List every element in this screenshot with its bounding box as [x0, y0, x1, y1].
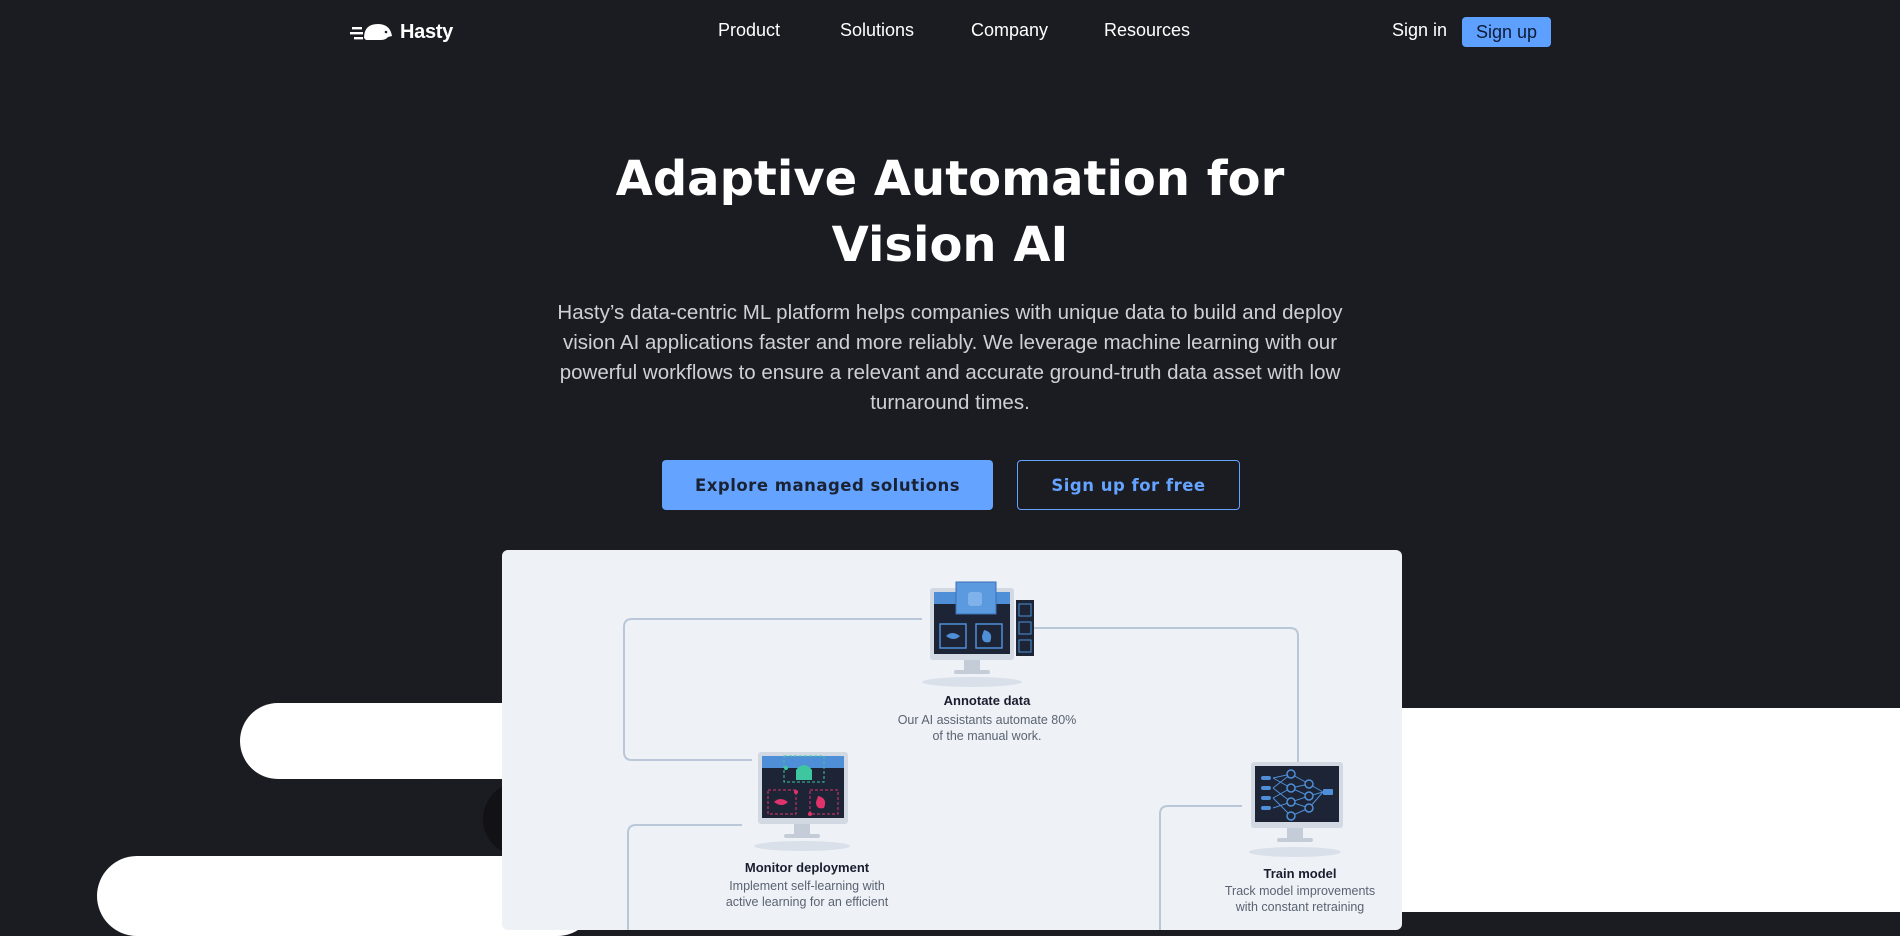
main-nav: Product Solutions Company Resources Sign… [0, 20, 1900, 44]
dark-wave-pill [390, 779, 465, 855]
train-model-icon [1249, 762, 1343, 857]
train-desc-line2: with constant retraining [1235, 900, 1365, 914]
sign-up-button[interactable]: Sign up [1462, 17, 1551, 47]
annotate-desc-line1: Our AI assistants automate 80% [897, 713, 1077, 727]
hero-description: Hasty’s data-centric ML platform helps c… [557, 301, 1343, 414]
train-model-title: Train model [1263, 866, 1337, 881]
workflow-diagram: Annotate data Our AI assistants automate… [502, 550, 1402, 930]
hero-title: Adaptive Automation for Vision AI [0, 146, 1900, 278]
nav-item-resources[interactable]: Resources [1104, 20, 1190, 41]
train-model-description: Track model improvements with constant r… [1185, 883, 1402, 915]
white-wave-right [1400, 708, 1900, 912]
sign-up-free-button[interactable]: Sign up for free [1017, 460, 1240, 510]
monitor-desc-line1: Implement self-learning with [729, 879, 885, 893]
sign-in-link[interactable]: Sign in [1392, 20, 1447, 41]
monitor-desc-line2: active learning for an efficient [725, 895, 889, 909]
nav-item-product[interactable]: Product [718, 20, 780, 41]
hero-title-line1: Adaptive Automation for [615, 151, 1285, 207]
annotate-data-description: Our AI assistants automate 80% of the ma… [872, 712, 1102, 744]
monitor-deployment-icon [754, 752, 850, 851]
monitor-deployment-title: Monitor deployment [744, 860, 870, 875]
hero-title-line2: Vision AI [831, 217, 1069, 273]
annotate-data-title: Annotate data [943, 693, 1031, 708]
nav-item-company[interactable]: Company [971, 20, 1048, 41]
annotate-monitor-icon [922, 581, 1034, 687]
monitor-deployment-description: Implement self-learning with active lear… [692, 878, 922, 910]
train-desc-line1: Track model improvements [1224, 884, 1376, 898]
annotate-desc-line2: of the manual work. [932, 729, 1042, 743]
explore-managed-solutions-button[interactable]: Explore managed solutions [662, 460, 993, 510]
nav-item-solutions[interactable]: Solutions [840, 20, 914, 41]
